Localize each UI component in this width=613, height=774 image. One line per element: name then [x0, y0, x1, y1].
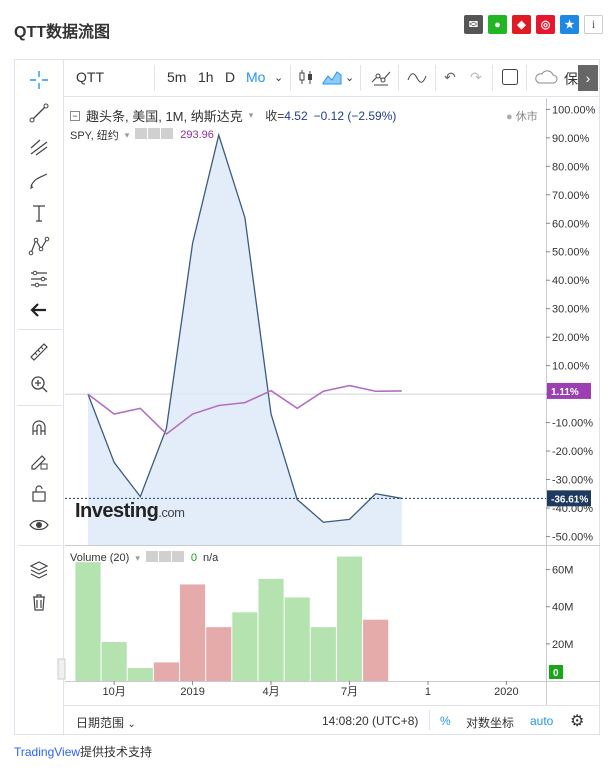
pane-handle — [57, 658, 66, 680]
volume-legend: Volume (20) ▾ 0 n/a — [70, 551, 218, 565]
y-tick-label: 100.00% — [552, 104, 596, 116]
x-tick-label: 2019 — [180, 686, 204, 698]
footer-credit: TradingView提供技术支持 — [14, 743, 152, 760]
volume-bar — [363, 619, 389, 681]
volume-value: 0 — [190, 552, 197, 564]
y-tick-label: 90.00% — [552, 133, 590, 145]
y-tick-label: -30.00% — [552, 475, 593, 487]
x-tick-label: 2020 — [494, 686, 518, 698]
x-tick-label: 7月 — [341, 686, 358, 698]
volume-bar — [284, 597, 310, 681]
x-tick-label: 1 — [425, 686, 431, 698]
volume-y-tick-label: 40M — [552, 602, 573, 614]
y-tick-label: 40.00% — [552, 275, 590, 287]
settings-gear-icon[interactable]: ⚙ — [570, 711, 584, 731]
logo-brand: Investing — [75, 500, 159, 522]
y-tick-label: 50.00% — [552, 247, 590, 259]
volume-chevron-icon[interactable]: ▾ — [135, 553, 140, 564]
volume-bar — [232, 612, 258, 681]
volume-actions[interactable] — [145, 551, 185, 565]
date-range-label: 日期范围 — [76, 716, 125, 730]
log-toggle[interactable]: 对数坐标 — [466, 714, 514, 731]
y-tick-label: 80.00% — [552, 161, 590, 173]
volume-bar — [127, 668, 153, 681]
footer-text: 提供技术支持 — [80, 745, 153, 759]
volume-bar — [101, 642, 127, 681]
x-tick-label: 10月 — [103, 686, 126, 698]
volume-bar — [75, 562, 101, 681]
investing-logo: Investing.com — [75, 500, 185, 523]
qtt-area — [88, 135, 402, 545]
date-range-button[interactable]: 日期范围 ⌄ — [76, 714, 136, 731]
percent-toggle[interactable]: % — [440, 714, 451, 728]
tradingview-link[interactable]: TradingView — [14, 745, 80, 759]
volume-bar — [258, 578, 284, 681]
y-tick-label: 60.00% — [552, 218, 590, 230]
y-tick-label: -10.00% — [552, 418, 593, 430]
volume-bar — [180, 584, 206, 681]
volume-na: n/a — [202, 552, 219, 564]
y-tick-label: -50.00% — [552, 531, 593, 543]
auto-toggle[interactable]: auto — [530, 714, 553, 728]
y-tick-label: 20.00% — [552, 332, 590, 344]
volume-y-tick-label: 60M — [552, 565, 573, 577]
y-tick-label: 10.00% — [552, 361, 590, 373]
bottom-bar: 日期范围 ⌄ 14:08:20 (UTC+8) % 对数坐标 auto ⚙ — [64, 705, 600, 735]
volume-bar — [336, 556, 363, 681]
logo-suffix: .com — [158, 505, 185, 520]
y-tick-label: -20.00% — [552, 446, 593, 458]
y-tick-label: 70.00% — [552, 190, 590, 202]
volume-bar — [310, 627, 336, 681]
volume-bar — [153, 662, 180, 681]
x-tick-label: 4月 — [262, 686, 279, 698]
y-tick-label: 30.00% — [552, 304, 590, 316]
last-value-label: -36.61% — [551, 494, 588, 505]
clock-time: 14:08:20 (UTC+8) — [322, 714, 419, 728]
chart-svg[interactable]: 100.00% 90.00% 80.00% 70.00% 60.00% 50.00% 40.… — [0, 0, 613, 774]
last-value-label: 1.11% — [551, 387, 579, 398]
volume-name[interactable]: Volume (20) — [70, 552, 129, 564]
volume-zero-label: 0 — [553, 668, 559, 679]
volume-y-tick-label: 20M — [552, 639, 573, 651]
volume-bar — [206, 627, 232, 681]
